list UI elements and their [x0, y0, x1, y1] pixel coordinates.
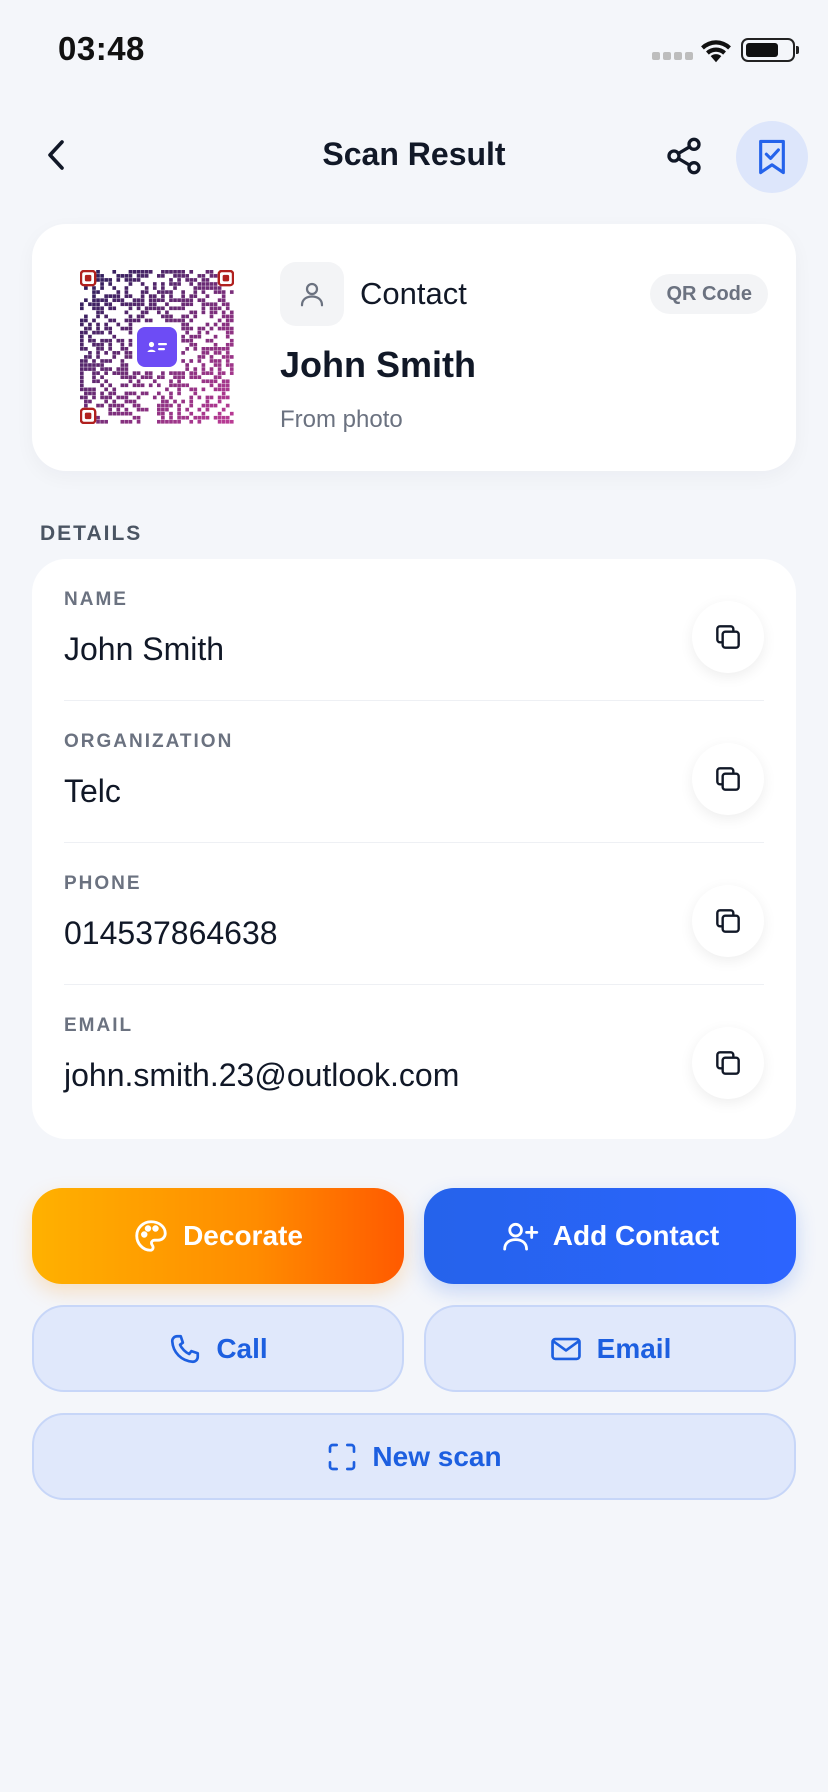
- copy-icon: [716, 767, 740, 791]
- status-time: 03:48: [58, 30, 145, 67]
- share-button[interactable]: [660, 132, 708, 180]
- field-value: 014537864638: [64, 915, 278, 951]
- user-plus-icon: [503, 1222, 538, 1251]
- palette-icon: [135, 1220, 167, 1252]
- email-button[interactable]: Email: [424, 1305, 796, 1392]
- contact-name: John Smith: [280, 344, 476, 385]
- new-scan-label: New scan: [372, 1440, 502, 1472]
- type-label: Contact: [360, 276, 467, 311]
- format-badge: QR Code: [650, 274, 768, 314]
- status-bar: 03:48: [0, 0, 828, 100]
- copy-icon: [716, 1051, 740, 1075]
- summary-card: Contact QR Code John Smith From photo: [32, 224, 796, 471]
- scan-frame-icon: [329, 1443, 356, 1470]
- call-label: Call: [216, 1332, 268, 1364]
- details-card: NAME John Smith ORGANIZATION Telc PHONE …: [32, 559, 796, 1139]
- field-label: PHONE: [64, 873, 142, 894]
- add-contact-label: Add Contact: [552, 1220, 720, 1251]
- bookmark-check-icon: [759, 139, 785, 175]
- field-label: EMAIL: [64, 1015, 134, 1036]
- copy-icon: [716, 909, 740, 933]
- details-section-label: DETAILS: [40, 522, 143, 545]
- field-value: john.smith.23@outlook.com: [64, 1057, 460, 1093]
- battery-icon: [741, 38, 799, 62]
- copy-email-button[interactable]: [692, 1027, 764, 1099]
- scan-source: From photo: [280, 406, 403, 433]
- share-icon: [667, 137, 701, 175]
- type-icon-wrapper: [280, 262, 344, 326]
- field-value: John Smith: [64, 631, 225, 667]
- field-label: NAME: [64, 589, 128, 610]
- copy-name-button[interactable]: [692, 601, 764, 673]
- field-label: ORGANIZATION: [64, 731, 234, 752]
- new-scan-button[interactable]: New scan: [32, 1413, 796, 1500]
- phone-icon: [171, 1334, 200, 1363]
- wifi-icon: [701, 40, 731, 63]
- nav-bar: Scan Result: [0, 110, 828, 200]
- copy-icon: [716, 625, 740, 649]
- qr-code-thumbnail[interactable]: [79, 269, 235, 425]
- add-contact-button[interactable]: Add Contact: [424, 1188, 796, 1284]
- detail-row-name: NAME John Smith: [64, 559, 764, 701]
- decorate-button[interactable]: Decorate: [32, 1188, 404, 1284]
- detail-row-organization: ORGANIZATION Telc: [64, 701, 764, 843]
- email-label: Email: [596, 1332, 672, 1364]
- detail-row-email: EMAIL john.smith.23@outlook.com: [64, 985, 764, 1127]
- call-button[interactable]: Call: [32, 1305, 404, 1392]
- copy-phone-button[interactable]: [692, 885, 764, 957]
- detail-row-phone: PHONE 014537864638: [64, 843, 764, 985]
- mail-icon: [550, 1337, 581, 1360]
- contact-card-icon: [137, 327, 177, 367]
- copy-organization-button[interactable]: [692, 743, 764, 815]
- save-bookmark-button[interactable]: [736, 121, 808, 193]
- person-icon: [300, 282, 324, 307]
- field-value: Telc: [64, 773, 121, 809]
- decorate-label: Decorate: [183, 1220, 303, 1251]
- signal-icon: [652, 52, 693, 60]
